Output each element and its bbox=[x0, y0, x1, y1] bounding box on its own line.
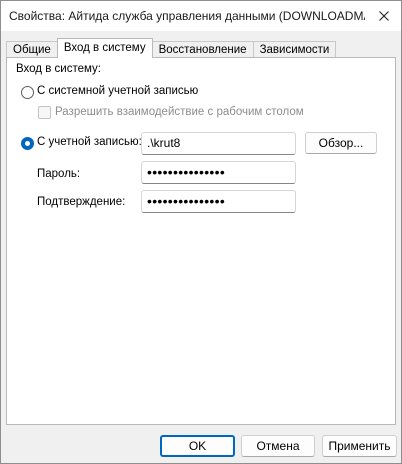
close-icon bbox=[379, 11, 389, 21]
title-bar[interactable]: Свойства: Айтида служба управления данны… bbox=[1, 1, 401, 31]
browse-button[interactable]: Обзор... bbox=[305, 132, 377, 154]
cancel-button[interactable]: Отмена bbox=[241, 435, 315, 457]
apply-button[interactable]: Применить bbox=[322, 435, 397, 457]
tab-strip: Общие Вход в систему Восстановление Зави… bbox=[6, 38, 337, 58]
tab-recovery[interactable]: Восстановление bbox=[151, 41, 254, 58]
system-account-label[interactable]: С системной учетной записью bbox=[37, 85, 198, 97]
window-title: Свойства: Айтида служба управления данны… bbox=[9, 9, 365, 23]
allow-desktop-label: Разрешить взаимодействие с рабочим столо… bbox=[55, 106, 304, 118]
allow-desktop-checkbox[interactable] bbox=[38, 106, 51, 119]
this-account-label[interactable]: С учетной записью: bbox=[37, 136, 142, 148]
close-button[interactable] bbox=[367, 1, 401, 31]
logon-group-label: Вход в систему: bbox=[16, 63, 101, 75]
logon-tab-panel: Вход в систему: С системной учетной запи… bbox=[6, 57, 396, 425]
tab-dependencies[interactable]: Зависимости bbox=[252, 41, 337, 58]
system-account-radio[interactable] bbox=[21, 86, 34, 99]
ok-button[interactable]: OK bbox=[160, 435, 235, 457]
confirm-password-input[interactable]: ••••••••••••••• bbox=[141, 190, 296, 213]
this-account-radio[interactable] bbox=[21, 137, 34, 150]
tab-logon[interactable]: Вход в систему bbox=[56, 38, 153, 58]
confirm-password-label: Подтверждение: bbox=[37, 196, 126, 208]
tab-general[interactable]: Общие bbox=[6, 41, 58, 58]
account-input[interactable]: .\krut8 bbox=[141, 132, 296, 155]
password-input[interactable]: ••••••••••••••• bbox=[141, 161, 296, 184]
password-label: Пароль: bbox=[37, 168, 81, 180]
service-properties-window: Свойства: Айтида служба управления данны… bbox=[0, 0, 402, 464]
